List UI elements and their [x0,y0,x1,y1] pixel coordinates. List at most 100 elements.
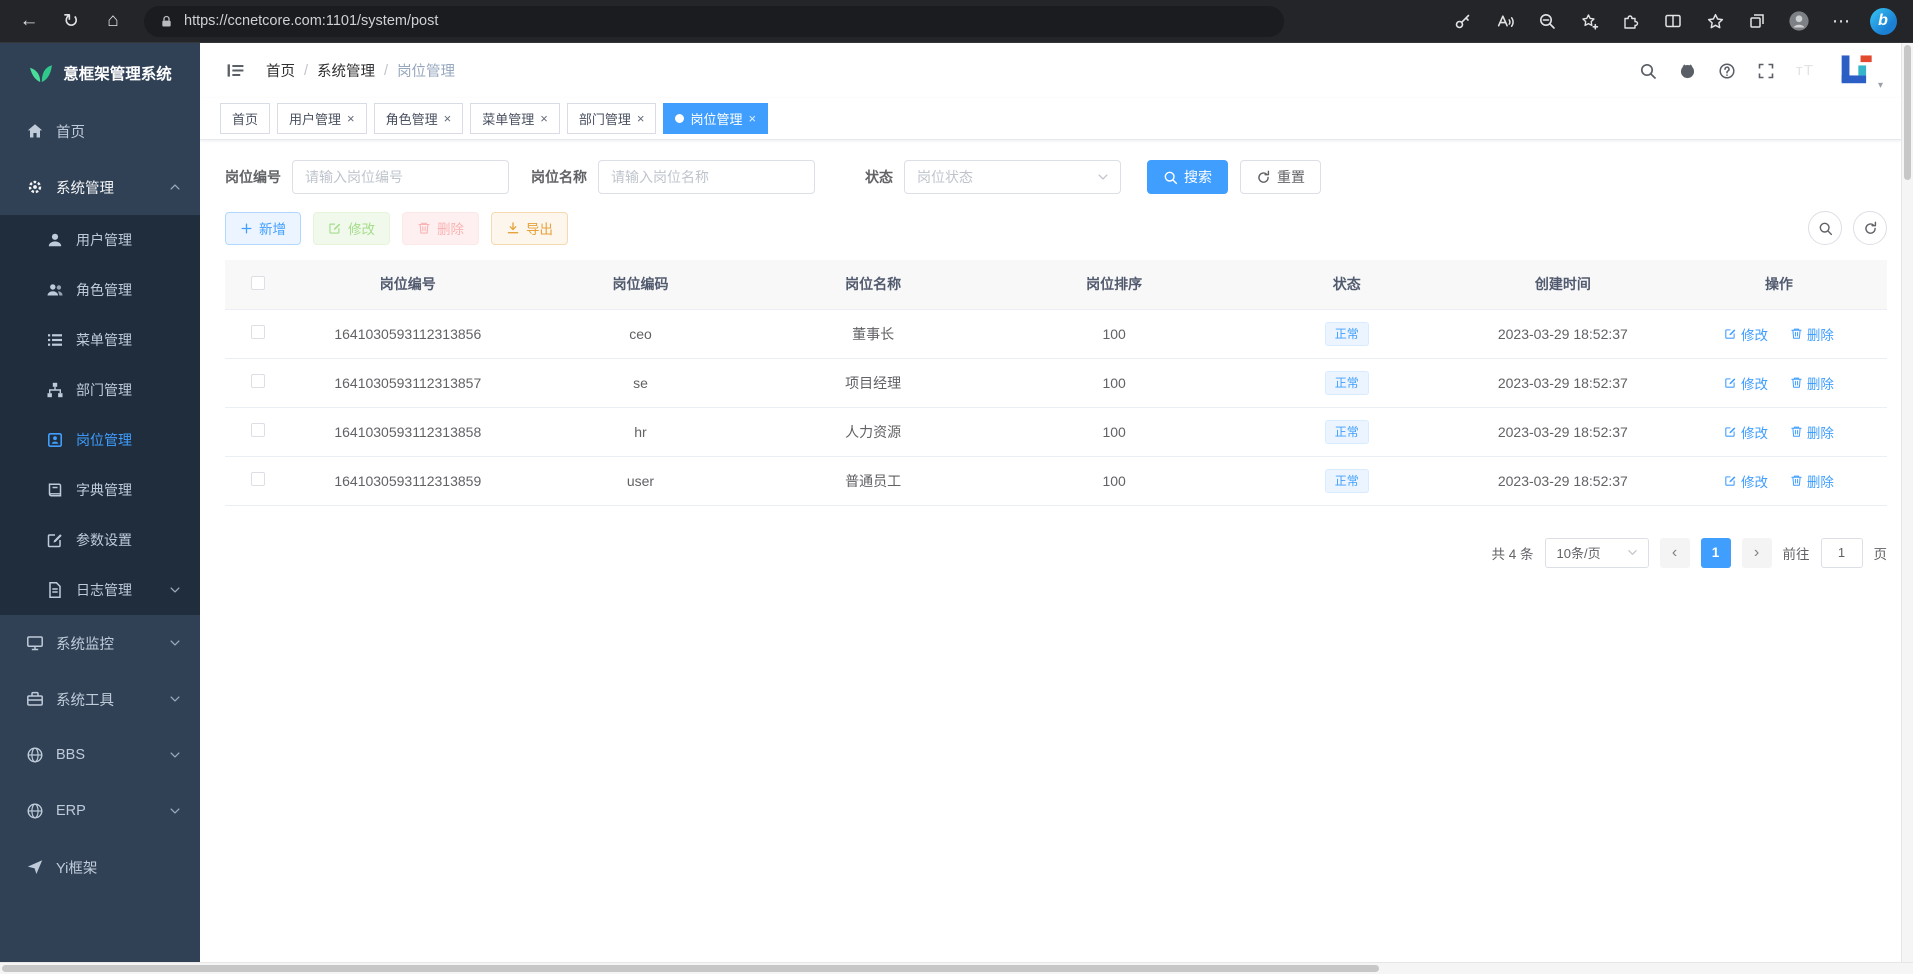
tab-roles[interactable]: 角色管理 × [374,103,464,134]
vertical-scrollbar[interactable] [1901,43,1913,962]
post-name-input[interactable] [598,160,815,194]
toggle-search-button[interactable] [1808,211,1842,245]
sidebar-item-posts[interactable]: 岗位管理 [0,415,200,465]
table-header-row: 岗位编号 岗位编码 岗位名称 岗位排序 状态 创建时间 操作 [225,260,1887,309]
extensions-button[interactable] [1611,4,1651,38]
cell-post-name: 人力资源 [757,407,990,456]
horizontal-scrollbar[interactable] [0,962,1913,974]
sidebar-item-menus[interactable]: 菜单管理 [0,315,200,365]
collections-button[interactable] [1737,4,1777,38]
sidebar-item-dictionaries[interactable]: 字典管理 [0,465,200,515]
tab-label: 岗位管理 [690,109,742,128]
close-icon[interactable]: × [540,112,548,125]
sidebar-item-roles[interactable]: 角色管理 [0,265,200,315]
row-delete-link[interactable]: 删除 [1790,422,1834,442]
vertical-scrollbar-thumb[interactable] [1904,45,1911,180]
address-bar[interactable]: https://ccnetcore.com:1101/system/post [144,6,1284,37]
breadcrumb-separator: / [384,63,388,79]
sidebar-item-system-management[interactable]: 系统管理 [0,159,200,215]
search-button[interactable]: 搜索 [1147,160,1228,194]
browser-menu-button[interactable]: ⋯ [1821,4,1861,38]
refresh-table-button[interactable] [1853,211,1887,245]
tab-home[interactable]: 首页 [220,103,270,134]
header-search-button[interactable] [1639,62,1657,80]
user-avatar-menu[interactable]: ▾ [1835,51,1883,91]
sidebar-item-logs[interactable]: 日志管理 [0,565,200,615]
row-edit-link[interactable]: 修改 [1724,422,1768,442]
collapse-sidebar-button[interactable] [218,54,252,88]
tab-posts-active[interactable]: 岗位管理 × [663,103,768,134]
row-edit-link[interactable]: 修改 [1724,471,1768,491]
select-all-checkbox[interactable] [251,276,265,290]
github-button[interactable] [1678,61,1697,80]
row-delete-link[interactable]: 删除 [1790,373,1834,393]
breadcrumb-system[interactable]: 系统管理 [317,60,375,81]
sidebar-item-yi-framework[interactable]: Yi框架 [0,839,200,895]
row-checkbox[interactable] [251,472,265,486]
reset-button[interactable]: 重置 [1240,160,1321,194]
sidebar-item-monitoring[interactable]: 系统监控 [0,615,200,671]
next-page-button[interactable]: › [1742,538,1772,568]
cell-post-code: hr [524,407,757,456]
bing-button[interactable]: b [1863,4,1903,38]
sidebar-item-label: 系统工具 [56,689,114,710]
sidebar-item-erp[interactable]: ERP [0,783,200,839]
row-checkbox[interactable] [251,374,265,388]
fullscreen-button[interactable] [1757,62,1775,80]
app-title: 意框架管理系统 [63,62,172,84]
favorites-button[interactable] [1695,4,1735,38]
row-edit-link[interactable]: 修改 [1724,324,1768,344]
breadcrumb-home[interactable]: 首页 [266,60,295,81]
tab-menus[interactable]: 菜单管理 × [470,103,560,134]
cell-post-id: 1641030593112313859 [291,456,524,505]
horizontal-scrollbar-thumb[interactable] [2,965,1379,972]
add-button[interactable]: 新增 [225,212,301,245]
prev-page-button[interactable]: ‹ [1660,538,1690,568]
goto-page-input[interactable] [1821,538,1863,568]
tab-label: 用户管理 [289,109,341,128]
add-favorite-button[interactable] [1569,4,1609,38]
browser-back-button[interactable]: ← [10,4,48,38]
tab-users[interactable]: 用户管理 × [277,103,367,134]
profile-button[interactable] [1779,4,1819,38]
close-icon[interactable]: × [444,112,452,125]
row-checkbox[interactable] [251,325,265,339]
page-size-select[interactable]: 10条/页 [1545,538,1649,568]
sidebar-item-home[interactable]: 首页 [0,103,200,159]
filter-status: 状态 岗位状态 [865,160,1121,194]
post-code-input[interactable] [292,160,509,194]
sidebar-item-parameters[interactable]: 参数设置 [0,515,200,565]
zoom-button[interactable] [1527,4,1567,38]
app-logo-home-link[interactable]: 意框架管理系统 [0,43,200,103]
sidebar-item-tools[interactable]: 系统工具 [0,671,200,727]
help-button[interactable] [1718,62,1736,80]
row-checkbox[interactable] [251,423,265,437]
close-icon[interactable]: × [637,112,645,125]
passwords-button[interactable] [1443,4,1483,38]
sidebar-item-users[interactable]: 用户管理 [0,215,200,265]
close-icon[interactable]: × [347,112,355,125]
export-button[interactable]: 导出 [491,212,568,245]
tab-departments[interactable]: 部门管理 × [567,103,657,134]
search-icon [1639,62,1657,80]
breadcrumb: 首页 / 系统管理 / 岗位管理 [266,60,455,81]
row-delete-link[interactable]: 删除 [1790,471,1834,491]
reset-button-label: 重置 [1277,167,1305,187]
browser-home-button[interactable]: ⌂ [94,4,132,38]
row-edit-link[interactable]: 修改 [1724,373,1768,393]
sidebar-item-bbs[interactable]: BBS [0,727,200,783]
delete-button[interactable]: 删除 [402,212,479,245]
browser-refresh-button[interactable]: ↻ [52,4,90,38]
sidebar-item-label: 字典管理 [76,480,132,500]
split-screen-button[interactable] [1653,4,1693,38]
sidebar-item-departments[interactable]: 部门管理 [0,365,200,415]
read-aloud-button[interactable] [1485,4,1525,38]
tab-label: 部门管理 [579,109,631,128]
edit-button[interactable]: 修改 [313,212,390,245]
status-select[interactable]: 岗位状态 [904,160,1121,194]
font-size-button[interactable]: тT [1796,62,1814,79]
close-icon[interactable]: × [748,112,756,125]
row-delete-link[interactable]: 删除 [1790,324,1834,344]
topbar-actions: тT ▾ [1639,51,1883,91]
page-1-button[interactable]: 1 [1701,538,1731,568]
